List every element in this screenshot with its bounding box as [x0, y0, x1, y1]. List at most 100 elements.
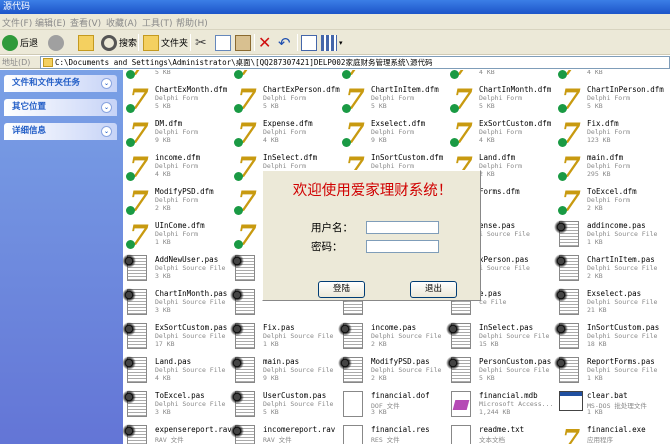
file-item[interactable]: InSelect.pas Delphi Source File 15 KB	[446, 322, 555, 356]
file-item[interactable]: 7 main.dfm Delphi Form 295 KB	[555, 152, 663, 186]
file-item[interactable]: ChartInMonth.pas Delphi Source File 3 KB	[123, 288, 231, 322]
file-item[interactable]: main.pas Delphi Source File 9 KB	[230, 356, 339, 390]
file-item[interactable]: 7 income.dfm Delphi Form 4 KB	[123, 152, 231, 186]
file-type: i Source File	[479, 230, 530, 238]
paste-icon	[235, 34, 251, 51]
file-item[interactable]: readme.txt 文本文档	[447, 424, 555, 444]
file-item[interactable]: InSortCustom.pas Delphi Source File 18 KB	[554, 322, 663, 356]
file-name: DM.dfm	[155, 119, 183, 128]
file-name: Exselect.dfm	[371, 119, 426, 128]
menu-file[interactable]: 文件(F)	[2, 16, 32, 29]
chevron-down-icon[interactable]: ⌄	[101, 126, 112, 137]
file-item[interactable]: ToExcel.pas Delphi Source File 3 KB	[123, 390, 231, 424]
username-input[interactable]	[366, 221, 439, 234]
file-item[interactable]: income.pas Delphi Source File 2 KB	[338, 322, 447, 356]
file-item[interactable]: 7 Expense.dfm Delphi Form 4 KB	[231, 118, 339, 152]
file-item[interactable]: Land.pas Delphi Source File 4 KB	[123, 356, 231, 390]
file-item[interactable]: addincome.pas Delphi Source File 1 KB	[554, 220, 663, 254]
back-button[interactable]: 后退	[2, 33, 38, 52]
login-button[interactable]: 登陆	[318, 281, 365, 298]
file-item[interactable]: expensereport.rav RAV 文件	[123, 424, 232, 444]
file-item[interactable]: PersonCustom.pas Delphi Source File 5 KB	[446, 356, 555, 390]
copy-button[interactable]	[215, 33, 233, 52]
pascal-source-icon	[338, 356, 363, 383]
file-name: financial.res	[371, 425, 430, 434]
password-input[interactable]	[366, 240, 439, 253]
panel-details[interactable]: 详细信息 ⌄	[4, 123, 117, 140]
search-button[interactable]: 搜索	[101, 33, 137, 52]
undo-button[interactable]: ↶	[278, 33, 296, 52]
file-item[interactable]: 7 ChartInPerson.dfm Delphi Form 5 KB	[555, 84, 664, 118]
chevron-down-icon[interactable]: ⌄	[101, 102, 112, 113]
panel-other-places[interactable]: 其它位置 ⌄	[4, 99, 117, 116]
file-item[interactable]: 7 UInCome.dfm Delphi Form 1 KB	[123, 220, 231, 254]
address-field[interactable]: C:\Documents and Settings\Administrator\…	[40, 56, 670, 69]
file-type: Delphi Source File	[587, 264, 658, 272]
file-type: Delphi Form	[587, 94, 631, 102]
file-item[interactable]: ReportForms.pas Delphi Source File 1 KB	[554, 356, 663, 390]
file-size: 21 KB	[587, 306, 607, 314]
window-title: 源代码	[3, 2, 31, 12]
file-item[interactable]: 7 financial.exe 应用程序	[555, 424, 663, 444]
file-item[interactable]: 7 4 KB	[555, 70, 663, 84]
menu-help[interactable]: 帮助(H)	[176, 16, 208, 29]
up-folder-button[interactable]	[78, 33, 96, 52]
file-item[interactable]: 7 Fix.dfm Delphi Form 123 KB	[555, 118, 663, 152]
file-item[interactable]: clear.bat MS-DOS 批处理文件 1 KB	[555, 390, 663, 424]
file-item[interactable]: financial.dof DOF 文件 3 KB	[339, 390, 447, 424]
file-item[interactable]: Exselect.pas Delphi Source File 21 KB	[554, 288, 663, 322]
panel-file-folder-tasks[interactable]: 文件和文件夹任务 ⌄	[4, 75, 117, 92]
pascal-source-icon	[123, 254, 147, 281]
chevron-down-icon[interactable]: ⌄	[101, 78, 112, 89]
file-item[interactable]: incomereport.rav RAV 文件	[230, 424, 339, 444]
paste-button[interactable]	[235, 33, 253, 52]
cut-button[interactable]: ✂	[195, 33, 213, 52]
file-item[interactable]: 7 ToExcel.dfm Delphi Form 2 KB	[555, 186, 663, 220]
file-size: 5 KB	[263, 102, 279, 110]
file-name: ChartInItem.pas	[587, 255, 655, 264]
file-item[interactable]: ChartInItem.pas Delphi Source File 2 KB	[554, 254, 663, 288]
folder-icon	[43, 58, 53, 67]
views-button[interactable]: ▾	[321, 33, 343, 52]
file-item[interactable]: 7 ModifyPSD.dfm Delphi Form 2 KB	[123, 186, 231, 220]
file-item[interactable]: financial.res RES 文件	[339, 424, 447, 444]
file-item[interactable]: 7 ChartInMonth.dfm Delphi Form 5 KB	[447, 84, 555, 118]
menu-tools[interactable]: 工具(T)	[142, 16, 173, 29]
exit-button[interactable]: 退出	[410, 281, 457, 298]
file-name: ModifyPSD.pas	[371, 357, 430, 366]
file-size: 2 KB	[371, 374, 387, 382]
file-item[interactable]: 7 ChartInItem.dfm Delphi Form 5 KB	[339, 84, 447, 118]
delphi-form-icon: 7	[126, 221, 151, 251]
menu-edit[interactable]: 编辑(E)	[35, 16, 66, 29]
file-item[interactable]: 7 ChartExPerson.dfm Delphi Form 5 KB	[231, 84, 340, 118]
file-item[interactable]: ExSortCustom.pas Delphi Source File 17 KB	[123, 322, 231, 356]
file-name: financial.exe	[587, 425, 646, 434]
file-name: ChartInMonth.dfm	[479, 85, 552, 94]
file-item[interactable]: 7 Exselect.dfm Delphi Form 9 KB	[339, 118, 447, 152]
file-item[interactable]: AddNewUser.pas Delphi Source File 3 KB	[123, 254, 231, 288]
file-item[interactable]: financial.mdb Microsoft Access... 1,244 KB	[447, 390, 555, 424]
properties-icon	[301, 34, 317, 51]
file-name: xPerson.pas	[479, 255, 529, 264]
file-item[interactable]: Fix.pas Delphi Source File 1 KB	[230, 322, 339, 356]
menu-view[interactable]: 查看(V)	[70, 16, 101, 29]
file-item[interactable]: 7 ExSortCustom.dfm Delphi Form 4 KB	[447, 118, 555, 152]
file-item[interactable]: 7 ChartExMonth.dfm Delphi Form 5 KB	[123, 84, 231, 118]
file-item[interactable]: 7 4 KB	[447, 70, 555, 84]
file-type: Delphi Form	[155, 94, 199, 102]
properties-button[interactable]	[301, 33, 319, 52]
folders-button[interactable]: 文件夹	[143, 33, 188, 52]
delphi-form-icon: 7	[126, 187, 151, 217]
file-size: 9 KB	[263, 374, 279, 382]
delete-button[interactable]: ✕	[258, 33, 276, 52]
delphi-form-icon: 7	[234, 85, 259, 115]
forward-button[interactable]	[48, 33, 66, 52]
file-item[interactable]: ModifyPSD.pas Delphi Source File 2 KB	[338, 356, 447, 390]
file-item[interactable]: 7	[339, 70, 447, 84]
file-item[interactable]: 7 DM.dfm Delphi Form 9 KB	[123, 118, 231, 152]
menu-favorites[interactable]: 收藏(A)	[106, 16, 137, 29]
file-item[interactable]: UserCustom.pas Delphi Source File 5 KB	[230, 390, 339, 424]
file-size: 3 KB	[155, 408, 171, 416]
file-item[interactable]: 7Delphi Form5 KB	[123, 70, 231, 84]
file-item[interactable]: 7	[231, 70, 339, 84]
